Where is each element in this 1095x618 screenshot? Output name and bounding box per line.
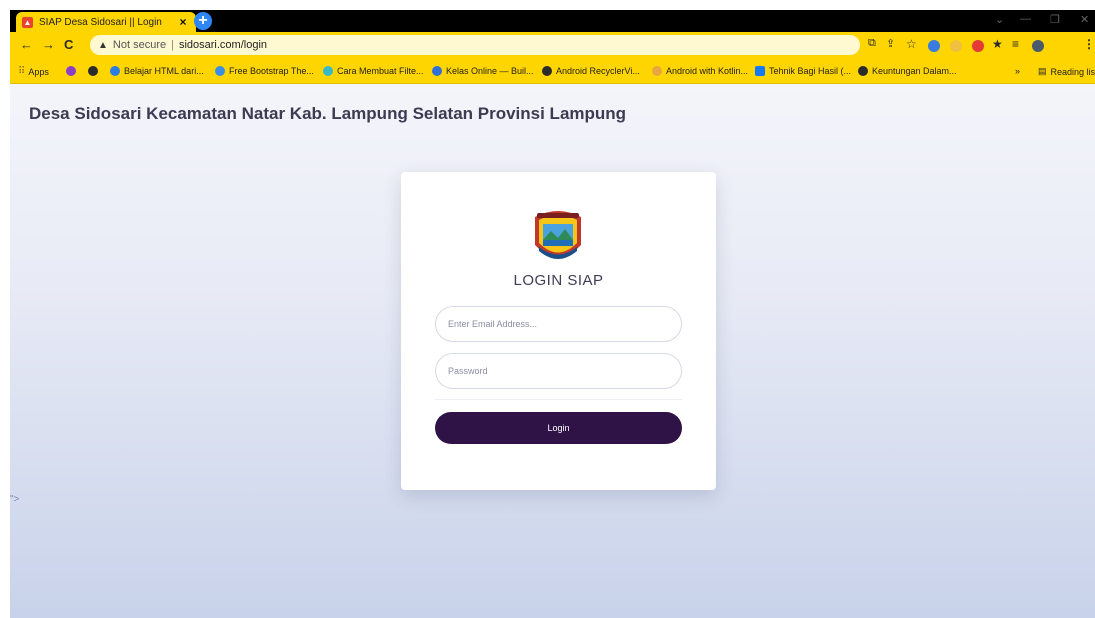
- bookmark-item[interactable]: Android RecyclerVi...: [542, 66, 640, 76]
- new-tab-button[interactable]: +: [194, 12, 212, 30]
- bookmark-icon: [110, 66, 120, 76]
- bookmark-icon: [88, 66, 98, 76]
- browser-toolbar: ← → C ▲ Not secure | sidosari.com/login …: [10, 32, 1095, 60]
- warning-icon: ▲: [98, 39, 108, 51]
- bookmark-icon: [432, 66, 442, 76]
- adblock-icon[interactable]: [972, 40, 984, 52]
- site-title: Desa Sidosari Kecamatan Natar Kab. Lampu…: [29, 104, 627, 123]
- extension-icon-1[interactable]: [928, 40, 940, 52]
- bookmark-icon: [323, 66, 333, 76]
- app-favicon-icon: ▲: [22, 16, 33, 28]
- stray-text: ">: [10, 494, 20, 505]
- village-emblem-logo: [535, 211, 581, 259]
- bookmark-icon: [652, 66, 662, 76]
- bookmark-item[interactable]: Tehnik Bagi Hasil (...: [755, 66, 851, 76]
- bookmark-item[interactable]: Belajar HTML dari...: [110, 66, 204, 76]
- reload-icon[interactable]: C: [64, 37, 73, 52]
- bookmark-label: Free Bootstrap The...: [229, 66, 314, 76]
- close-tab-icon[interactable]: ×: [176, 15, 190, 29]
- extensions-puzzle-icon[interactable]: ★: [992, 37, 1003, 51]
- bookmark-item[interactable]: Keuntungan Dalam...: [858, 66, 957, 76]
- email-field[interactable]: [435, 306, 682, 342]
- reading-list-label: Reading list: [1050, 66, 1095, 77]
- bookmark-item[interactable]: Android with Kotlin...: [652, 66, 748, 76]
- back-icon[interactable]: ←: [20, 37, 33, 52]
- bookmark-icon: [215, 66, 225, 76]
- profile-avatar-icon[interactable]: [1032, 40, 1044, 52]
- close-window-icon[interactable]: ✕: [1080, 13, 1089, 26]
- page-content: Desa Sidosari Kecamatan Natar Kab. Lampu…: [10, 84, 1095, 618]
- translate-icon[interactable]: ⧉: [868, 37, 876, 50]
- bookmark-apps[interactable]: ⠿ Apps: [18, 66, 49, 77]
- forward-icon[interactable]: →: [42, 37, 55, 52]
- login-card: LOGIN SIAP Login: [401, 172, 716, 490]
- menu-kebab-icon[interactable]: ⋮: [1083, 37, 1095, 51]
- bookmark-item[interactable]: [66, 66, 80, 76]
- reading-list-button[interactable]: ▤ Reading list: [1038, 66, 1095, 77]
- not-secure-label: Not secure: [112, 39, 167, 51]
- login-title: LOGIN SIAP: [513, 272, 604, 289]
- reading-list-icon: ▤: [1038, 66, 1047, 76]
- bookmark-label: Android RecyclerVi...: [556, 66, 640, 76]
- bookmark-label: Tehnik Bagi Hasil (...: [769, 66, 852, 76]
- bookmark-item[interactable]: [88, 66, 102, 76]
- tab-active[interactable]: ▲ SIAP Desa Sidosari || Login ×: [16, 12, 196, 32]
- reading-mode-icon[interactable]: ≡: [1012, 37, 1019, 51]
- bookmark-icon: [66, 66, 76, 76]
- bookmark-label: Keuntungan Dalam...: [872, 66, 957, 76]
- extension-icon-2[interactable]: [950, 40, 962, 52]
- bookmark-label: Android with Kotlin...: [666, 66, 749, 76]
- restore-icon[interactable]: ❐: [1050, 13, 1060, 26]
- url-text: sidosari.com/login: [178, 39, 268, 51]
- share-icon[interactable]: ⇪: [886, 37, 895, 50]
- more-bookmarks-button[interactable]: »: [1015, 66, 1020, 76]
- facebook-icon: [755, 66, 765, 76]
- bookmark-label: Kelas Online — Buil...: [446, 66, 534, 76]
- bookmark-item[interactable]: Kelas Online — Buil...: [432, 66, 534, 76]
- tab-strip: ▲ SIAP Desa Sidosari || Login × + ⌄ — ❐ …: [10, 10, 1095, 32]
- bookmark-icon: [858, 66, 868, 76]
- bookmark-label: Cara Membuat Filte...: [337, 66, 424, 76]
- bookmark-icon: [542, 66, 552, 76]
- password-field[interactable]: [435, 353, 682, 389]
- bookmark-star-icon[interactable]: ☆: [906, 37, 917, 51]
- browser-window: ▲ SIAP Desa Sidosari || Login × + ⌄ — ❐ …: [10, 10, 1095, 618]
- tab-title: SIAP Desa Sidosari || Login: [39, 16, 162, 28]
- login-button[interactable]: Login: [435, 412, 682, 444]
- bookmark-item[interactable]: Cara Membuat Filte...: [323, 66, 424, 76]
- bookmarks-bar: ⠿ Apps Belajar HTML dari... Free Bootstr…: [10, 60, 1095, 84]
- url-separator: |: [171, 39, 174, 51]
- bookmark-label: Apps: [28, 66, 49, 77]
- chevron-right-icon: »: [1015, 66, 1021, 76]
- divider: [435, 399, 682, 400]
- address-bar[interactable]: ▲ Not secure | sidosari.com/login: [90, 35, 860, 55]
- bookmark-label: Belajar HTML dari...: [124, 66, 204, 76]
- minimize-icon[interactable]: —: [1020, 13, 1031, 25]
- tab-search-icon[interactable]: ⌄: [995, 13, 1004, 26]
- apps-grid-icon: ⠿: [18, 66, 26, 77]
- bookmark-item[interactable]: Free Bootstrap The...: [215, 66, 314, 76]
